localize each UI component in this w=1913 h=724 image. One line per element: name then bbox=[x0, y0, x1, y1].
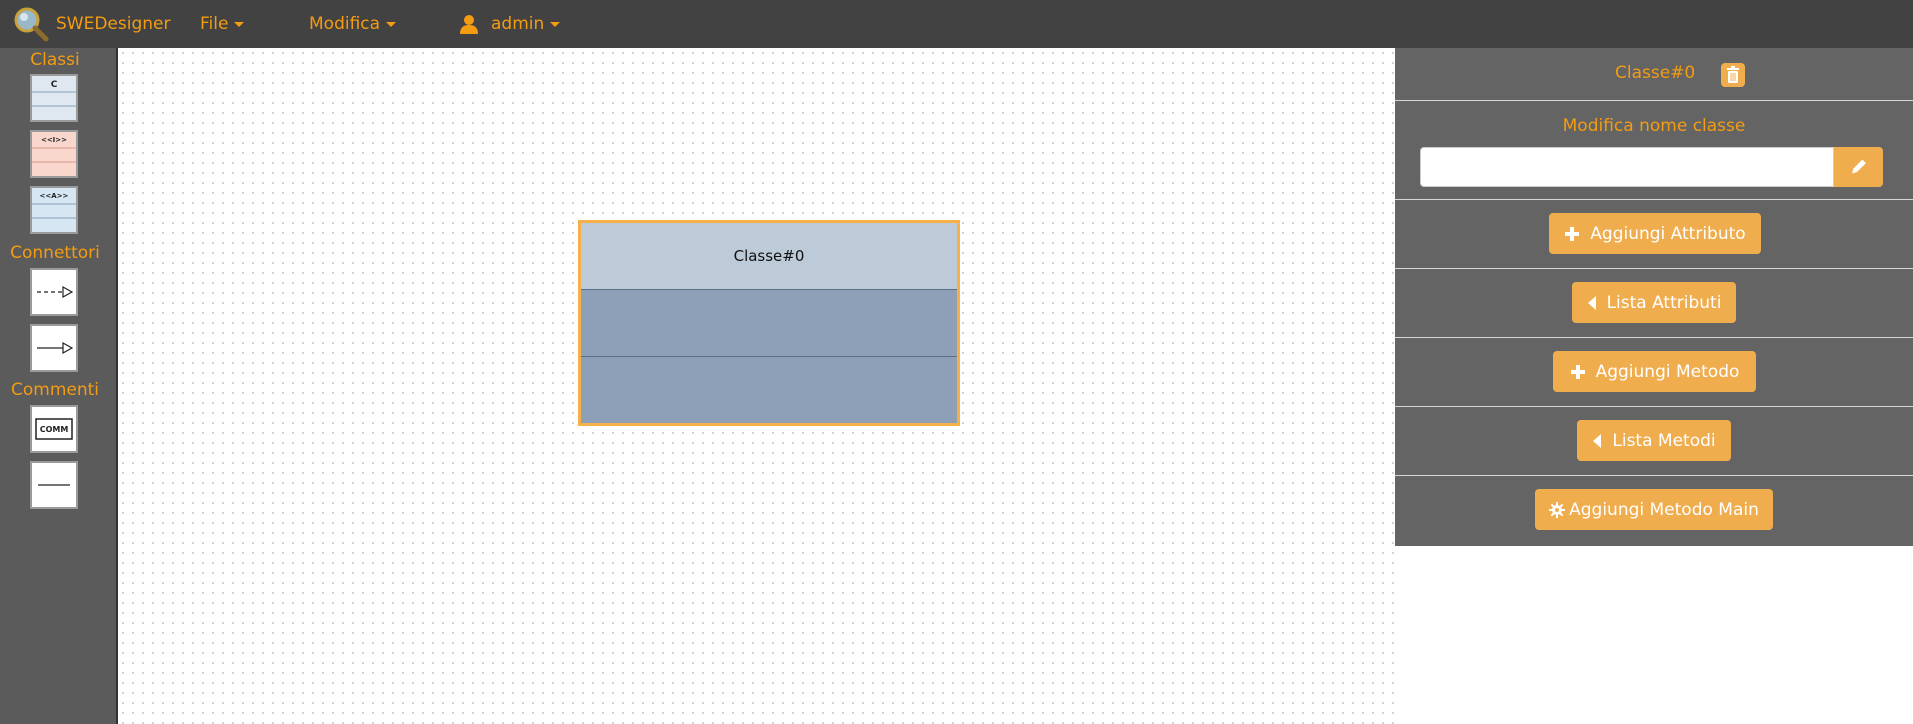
class-tool-label: C bbox=[51, 80, 58, 90]
tool-comment-link[interactable] bbox=[30, 461, 78, 509]
dashed-arrow-icon bbox=[37, 285, 74, 299]
tool-class[interactable]: C bbox=[30, 74, 78, 122]
user-menu[interactable]: admin bbox=[459, 0, 561, 48]
menu-modifica-label: Modifica bbox=[309, 14, 381, 34]
interface-tool-icon: <<I>> bbox=[32, 132, 76, 176]
diagram-canvas[interactable]: Classe#0 bbox=[118, 48, 1395, 724]
list-attributes-row: Lista Attributi bbox=[1395, 269, 1913, 338]
section-title-classi: Classi bbox=[30, 50, 80, 70]
properties-panel: Classe#0 Modifica nome classe Aggiungi A… bbox=[1395, 48, 1913, 546]
menu-file[interactable]: File bbox=[200, 0, 245, 48]
gear-icon bbox=[1549, 501, 1566, 518]
section-title-commenti: Commenti bbox=[10, 380, 99, 400]
caret-left-icon bbox=[1587, 295, 1596, 310]
add-attribute-button[interactable]: Aggiungi Attributo bbox=[1549, 213, 1761, 254]
uml-attributes-compartment[interactable] bbox=[581, 290, 957, 357]
plus-icon bbox=[1565, 226, 1580, 241]
list-attributes-label: Lista Attributi bbox=[1606, 292, 1722, 313]
list-methods-button[interactable]: Lista Metodi bbox=[1577, 420, 1731, 461]
top-navbar: SWEDesigner File Modifica admin bbox=[0, 0, 1913, 48]
abstract-tool-icon: <<A>> bbox=[32, 188, 76, 232]
tool-abstract-class[interactable]: <<A>> bbox=[30, 186, 78, 234]
add-main-row: Aggiungi Metodo Main bbox=[1395, 476, 1913, 544]
comment-tool-label: COMM bbox=[40, 425, 69, 434]
comment-box-icon: COMM bbox=[35, 418, 73, 440]
abstract-tool-label: <<A>> bbox=[40, 192, 69, 200]
tool-dependency-connector[interactable] bbox=[30, 268, 78, 316]
brand-name: SWEDesigner bbox=[56, 14, 171, 34]
plus-icon bbox=[1570, 364, 1585, 379]
pencil-icon bbox=[1852, 159, 1866, 174]
menu-modifica[interactable]: Modifica bbox=[309, 0, 397, 48]
panel-class-title: Classe#0 bbox=[1615, 63, 1696, 83]
add-main-method-label: Aggiungi Metodo Main bbox=[1569, 499, 1759, 520]
delete-class-button[interactable] bbox=[1721, 63, 1745, 87]
uml-class-name: Classe#0 bbox=[733, 247, 805, 265]
add-method-button[interactable]: Aggiungi Metodo bbox=[1553, 351, 1756, 392]
uml-methods-compartment[interactable] bbox=[581, 357, 957, 423]
section-title-connettori: Connettori bbox=[10, 243, 100, 263]
user-name: admin bbox=[491, 14, 545, 34]
caret-down-icon bbox=[386, 21, 397, 27]
brand[interactable]: SWEDesigner bbox=[12, 6, 170, 42]
solid-arrow-icon bbox=[37, 341, 74, 355]
user-icon bbox=[460, 15, 478, 34]
caret-down-icon bbox=[550, 21, 561, 27]
caret-down-icon bbox=[234, 21, 245, 27]
magnifier-logo-icon bbox=[14, 7, 49, 42]
tool-comment[interactable]: COMM bbox=[30, 405, 78, 453]
rename-label: Modifica nome classe bbox=[1562, 116, 1746, 136]
panel-header: Classe#0 bbox=[1395, 48, 1913, 101]
trash-icon bbox=[1727, 66, 1739, 83]
add-attribute-row: Aggiungi Attributo bbox=[1395, 200, 1913, 269]
list-methods-row: Lista Metodi bbox=[1395, 407, 1913, 476]
rename-confirm-button[interactable] bbox=[1834, 147, 1883, 187]
add-main-method-button[interactable]: Aggiungi Metodo Main bbox=[1535, 489, 1773, 530]
uml-class-name-compartment[interactable]: Classe#0 bbox=[581, 223, 957, 290]
uml-class-box[interactable]: Classe#0 bbox=[578, 220, 960, 426]
class-tool-icon: C bbox=[32, 76, 76, 120]
tool-interface[interactable]: <<I>> bbox=[30, 130, 78, 178]
rename-section: Modifica nome classe bbox=[1395, 101, 1913, 200]
add-attribute-label: Aggiungi Attributo bbox=[1590, 223, 1746, 244]
interface-tool-label: <<I>> bbox=[41, 136, 67, 144]
tool-inheritance-connector[interactable] bbox=[30, 324, 78, 372]
line-icon bbox=[38, 484, 70, 486]
add-method-label: Aggiungi Metodo bbox=[1595, 361, 1740, 382]
menu-file-label: File bbox=[200, 14, 229, 34]
caret-left-icon bbox=[1593, 433, 1602, 448]
class-name-input[interactable] bbox=[1420, 147, 1834, 187]
list-methods-label: Lista Metodi bbox=[1612, 430, 1716, 451]
tool-palette: Classi C <<I>> <<A>> Connettori Commenti… bbox=[0, 48, 118, 724]
add-method-row: Aggiungi Metodo bbox=[1395, 338, 1913, 407]
list-attributes-button[interactable]: Lista Attributi bbox=[1572, 282, 1736, 323]
